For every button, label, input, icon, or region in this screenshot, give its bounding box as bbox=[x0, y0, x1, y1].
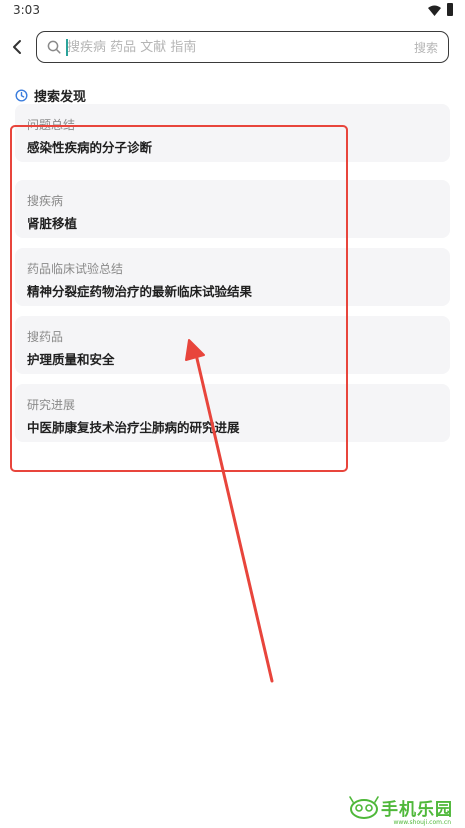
status-bar: 3:03 bbox=[0, 0, 465, 24]
screen: 3:03 搜索 搜索发现 问题总结 感染性疾病的分子诊断 bbox=[0, 0, 465, 828]
discover-item[interactable]: 搜药品 护理质量和安全 bbox=[15, 316, 450, 374]
search-bar[interactable]: 搜索 bbox=[36, 31, 449, 63]
watermark: 手机乐园 bbox=[349, 795, 453, 820]
discover-item[interactable]: 研究进展 中医肺康复技术治疗尘肺病的研究进展 bbox=[15, 384, 450, 442]
item-title: 肾脏移植 bbox=[27, 216, 78, 231]
history-icon bbox=[15, 88, 28, 102]
item-category: 药品临床试验总结 bbox=[27, 262, 124, 276]
discover-item[interactable]: 问题总结 感染性疾病的分子诊断 bbox=[15, 104, 450, 162]
section-title: 搜索发现 bbox=[34, 89, 87, 105]
search-icon bbox=[47, 40, 61, 54]
item-title: 护理质量和安全 bbox=[27, 352, 115, 367]
item-title: 精神分裂症药物治疗的最新临床试验结果 bbox=[27, 284, 253, 299]
back-button[interactable] bbox=[6, 36, 28, 58]
item-title: 感染性疾病的分子诊断 bbox=[27, 140, 153, 155]
wifi-icon bbox=[428, 5, 441, 16]
search-submit-button[interactable]: 搜索 bbox=[414, 39, 438, 56]
watermark-logo-icon bbox=[349, 795, 379, 819]
search-input[interactable] bbox=[67, 36, 397, 58]
watermark-url: www.shouji.com.cn bbox=[393, 819, 451, 826]
item-category: 研究进展 bbox=[27, 398, 76, 412]
item-title: 中医肺康复技术治疗尘肺病的研究进展 bbox=[27, 420, 240, 435]
back-arrow-icon bbox=[13, 40, 21, 54]
item-category: 问题总结 bbox=[27, 118, 76, 132]
item-category: 搜药品 bbox=[27, 330, 64, 344]
battery-icon bbox=[447, 3, 453, 16]
text-cursor bbox=[66, 39, 68, 56]
discover-item[interactable]: 药品临床试验总结 精神分裂症药物治疗的最新临床试验结果 bbox=[15, 248, 450, 306]
watermark-text: 手机乐园 bbox=[381, 800, 453, 820]
status-time: 3:03 bbox=[13, 3, 40, 17]
search-discover-heading: 搜索发现 bbox=[15, 86, 87, 105]
item-category: 搜疾病 bbox=[27, 194, 64, 208]
discover-item[interactable]: 搜疾病 肾脏移植 bbox=[15, 180, 450, 238]
